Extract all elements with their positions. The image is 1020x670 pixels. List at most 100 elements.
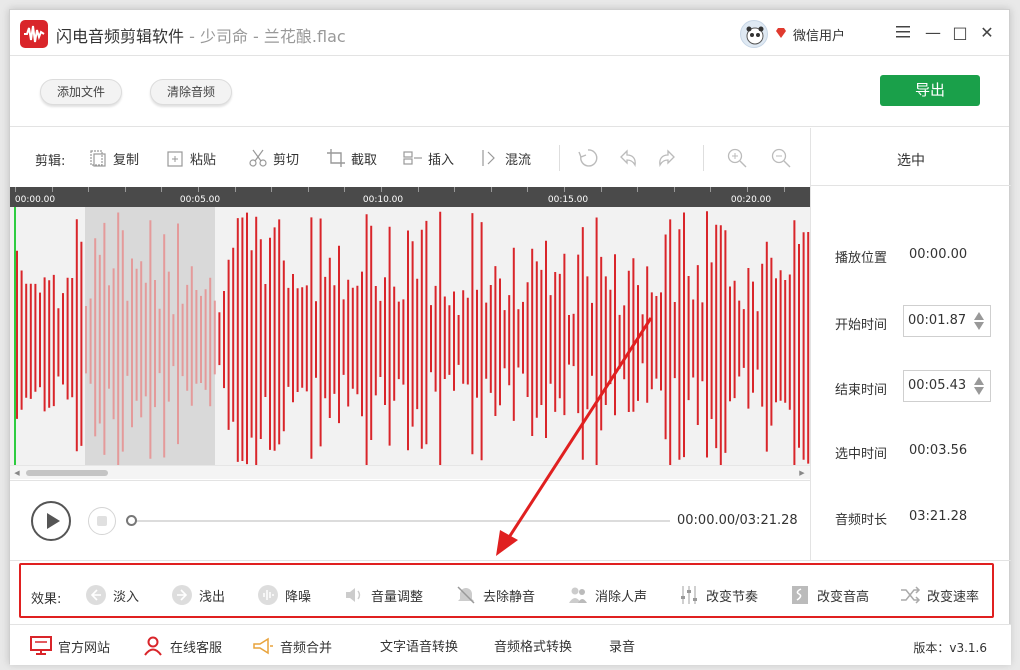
timeline-tick-mark (418, 187, 419, 192)
main-toolbar: 添加文件 清除音频 导出 (10, 57, 1009, 127)
remove-vocals-button[interactable]: 消除人声 (567, 584, 647, 606)
timeline-tick-label: 00:20.00 (730, 195, 772, 205)
start-time-input[interactable] (908, 313, 968, 328)
end-time-spinner[interactable] (903, 370, 991, 402)
reset-icon[interactable] (577, 147, 599, 169)
zoom-in-icon[interactable] (726, 147, 748, 169)
waveform-scrollbar[interactable]: ◀ ▶ (10, 465, 810, 479)
tts-link[interactable]: 文字语音转换 (380, 636, 458, 655)
selection-panel: 播放位置 00:00.00 开始时间 结束时间 选中时间 00:03.56 音频… (810, 186, 1011, 560)
tempo-sliders-icon (681, 586, 697, 604)
cut-button[interactable]: 剪切 (248, 146, 299, 170)
title-separator: - (184, 27, 200, 46)
timeline-tick-mark (52, 187, 53, 192)
paste-button[interactable]: 粘贴 (165, 146, 216, 170)
change-tempo-button[interactable]: 改变节奏 (678, 584, 758, 606)
format-convert-link[interactable]: 音频格式转换 (494, 636, 572, 655)
change-pitch-label: 改变音高 (817, 589, 870, 605)
stop-button[interactable] (88, 507, 116, 535)
scroll-left-arrow-icon[interactable]: ◀ (12, 468, 22, 478)
export-button[interactable]: 导出 (880, 75, 980, 106)
remove-silence-button[interactable]: 去除静音 (455, 584, 535, 606)
timeline-tick-label: 00:10.00 (362, 195, 404, 205)
play-button[interactable] (31, 501, 71, 541)
mix-label: 混流 (505, 152, 532, 168)
clear-audio-button[interactable]: 清除音频 (150, 79, 233, 105)
mix-button[interactable]: 混流 (480, 146, 531, 170)
scrollbar-thumb[interactable] (26, 470, 108, 476)
volume-icon (346, 588, 361, 602)
shuffle-icon (901, 586, 921, 604)
scroll-right-arrow-icon[interactable]: ▶ (797, 468, 807, 478)
effects-bar: 效果: 淡入 浅出 降噪 音量调整 去除静音 消除人声 改变节奏 改变音高 改变… (10, 560, 1011, 624)
audio-merge-link[interactable]: 音频合并 (252, 636, 332, 656)
waveform-canvas[interactable] (10, 207, 810, 465)
playback-progress-bar[interactable] (126, 515, 670, 526)
user-name[interactable]: 微信用户 (793, 25, 845, 44)
close-button[interactable]: ✕ (974, 20, 1000, 46)
copy-label: 复制 (113, 152, 140, 168)
timeline-tick-mark (454, 187, 455, 192)
window-title: 闪电音频剪辑软件 - 少司命 - 兰花酿.flac (56, 23, 346, 47)
trim-button[interactable]: 截取 (326, 146, 377, 170)
user-avatar[interactable] (740, 20, 768, 48)
scissors-icon (249, 149, 267, 167)
fade-in-icon (86, 585, 106, 605)
end-time-input[interactable] (908, 378, 968, 393)
fade-in-label: 淡入 (113, 589, 140, 605)
play-position-label: 播放位置 (835, 251, 888, 266)
fade-in-button[interactable]: 淡入 (85, 584, 139, 606)
minimize-button[interactable]: — (920, 20, 946, 46)
edit-toolbar: 剪辑: 复制 粘贴 剪切 截取 插入 混流 (10, 128, 810, 186)
start-time-label: 开始时间 (835, 318, 888, 333)
monitor-icon (30, 636, 52, 655)
timeline-tick-mark (161, 187, 162, 192)
online-service-link[interactable]: 在线客服 (142, 636, 222, 656)
cut-label: 剪切 (273, 152, 300, 168)
paste-icon (167, 151, 183, 167)
increment-arrow-icon[interactable] (973, 311, 985, 321)
change-pitch-button[interactable]: 改变音高 (789, 584, 869, 606)
add-file-button[interactable]: 添加文件 (40, 79, 123, 105)
timeline-ruler[interactable]: 00:00.00 00:05.00 00:10.00 00:15.00 00:20.00 (10, 187, 810, 207)
remove-vocals-label: 消除人声 (595, 589, 648, 605)
timeline-tick-label: 00:00.00 (14, 195, 56, 205)
timeline-tick-mark (308, 187, 309, 192)
change-tempo-label: 改变节奏 (706, 589, 759, 605)
vip-diamond-icon (776, 28, 786, 38)
toolbar-divider (703, 145, 704, 171)
waveform[interactable] (10, 207, 810, 465)
remove-silence-label: 去除静音 (483, 589, 536, 605)
zoom-out-icon[interactable] (770, 147, 792, 169)
decrement-arrow-icon[interactable] (973, 386, 985, 396)
change-speed-button[interactable]: 改变速率 (899, 584, 979, 606)
effects-label: 效果: (31, 592, 62, 607)
timeline-tick-mark (747, 187, 748, 192)
insert-button[interactable]: 插入 (403, 146, 454, 170)
timeline-tick-mark (674, 187, 675, 192)
increment-arrow-icon[interactable] (973, 376, 985, 386)
paste-label: 粘贴 (190, 152, 217, 168)
timeline-tick-mark (710, 187, 711, 192)
online-service-label: 在线客服 (170, 640, 223, 656)
copy-button[interactable]: 复制 (88, 146, 139, 170)
footer-bar: 官方网站 在线客服 音频合并 文字语音转换 音频格式转换 录音 版本：v3.1.… (10, 624, 1011, 665)
start-time-spinner[interactable] (903, 305, 991, 337)
volume-adjust-button[interactable]: 音量调整 (343, 584, 423, 606)
record-link[interactable]: 录音 (609, 636, 635, 655)
end-time-label: 结束时间 (835, 383, 888, 398)
fade-out-button[interactable]: 浅出 (171, 584, 225, 606)
redo-icon[interactable] (656, 147, 678, 169)
undo-icon[interactable] (617, 147, 639, 169)
change-speed-label: 改变速率 (927, 589, 980, 605)
fade-out-label: 浅出 (199, 589, 226, 605)
timeline-tick-mark (88, 187, 89, 192)
file-name: 少司命 - 兰花酿.flac (199, 27, 346, 46)
maximize-button[interactable]: □ (947, 20, 973, 46)
playback-progress-knob[interactable] (126, 515, 137, 526)
decrement-arrow-icon[interactable] (973, 321, 985, 331)
timeline-tick-mark (784, 187, 785, 192)
official-site-link[interactable]: 官方网站 (30, 636, 110, 656)
menu-icon[interactable] (890, 20, 916, 46)
noise-reduction-button[interactable]: 降噪 (257, 584, 311, 606)
